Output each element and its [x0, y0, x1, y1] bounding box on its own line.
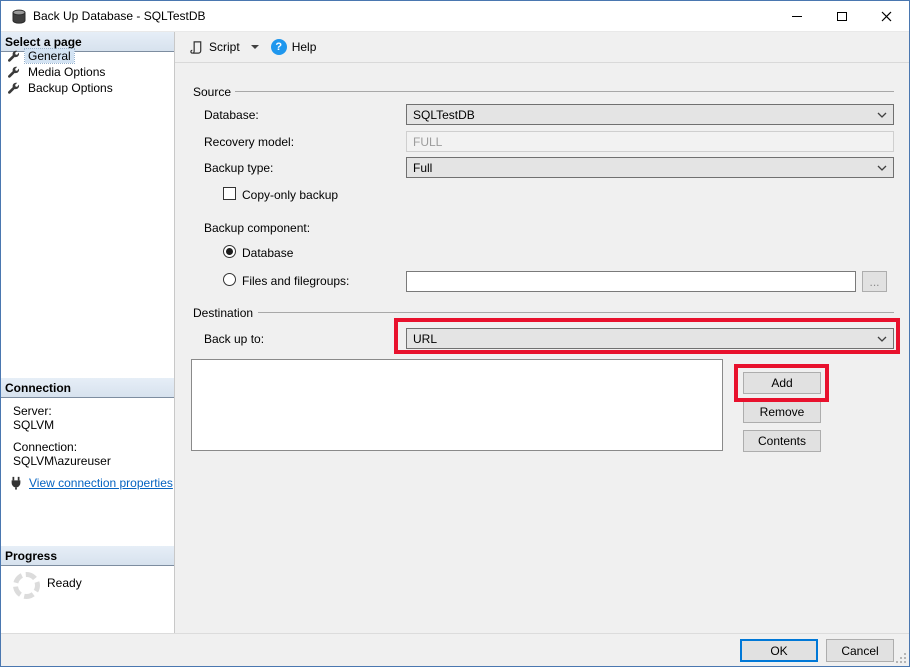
backup-database-dialog: Back Up Database - SQLTestDB Select a pa… [0, 0, 910, 667]
files-filegroups-input[interactable] [406, 271, 856, 292]
back-up-to-combobox[interactable]: URL [406, 328, 894, 349]
destination-divider [258, 312, 894, 313]
script-dropdown-icon[interactable] [251, 45, 259, 49]
ok-button[interactable]: OK [740, 639, 818, 662]
database-combobox[interactable]: SQLTestDB [406, 104, 894, 125]
database-radio[interactable] [223, 245, 236, 258]
progress-header: Progress [1, 546, 174, 566]
copy-only-checkbox[interactable] [223, 187, 236, 200]
server-value: SQLVM [13, 418, 54, 432]
backup-type-value: Full [413, 161, 432, 175]
database-value: SQLTestDB [413, 108, 475, 122]
sidebar-item-label: General [25, 49, 74, 63]
server-label: Server: [13, 404, 52, 418]
recovery-model-field: FULL [406, 131, 894, 152]
connection-properties-icon [9, 476, 23, 490]
sidebar-item-backup-options[interactable]: Backup Options [7, 80, 167, 96]
view-connection-properties[interactable]: View connection properties [9, 476, 173, 490]
back-up-to-label: Back up to: [204, 332, 264, 346]
main-toolbar: Script ? Help [175, 32, 910, 63]
chevron-down-icon [877, 112, 887, 118]
add-button[interactable]: Add [743, 372, 821, 394]
files-filegroups-radio[interactable] [223, 273, 236, 286]
progress-status: Ready [47, 576, 82, 590]
recovery-model-value: FULL [413, 135, 442, 149]
maximize-icon [837, 12, 847, 21]
cancel-button[interactable]: Cancel [826, 639, 894, 662]
wrench-icon [7, 50, 20, 63]
sidebar-item-general[interactable]: General [7, 48, 167, 64]
files-filegroups-label: Files and filegroups: [242, 274, 349, 288]
wrench-icon [7, 82, 20, 95]
footer-divider [1, 633, 909, 634]
minimize-button[interactable] [774, 1, 819, 32]
remove-button[interactable]: Remove [743, 401, 821, 423]
titlebar: Back Up Database - SQLTestDB [1, 1, 909, 32]
chevron-down-icon [877, 336, 887, 342]
contents-button[interactable]: Contents [743, 430, 821, 452]
database-icon [11, 9, 27, 25]
back-up-to-value: URL [413, 332, 437, 346]
sidebar-item-label: Media Options [25, 65, 108, 79]
help-icon: ? [271, 39, 287, 55]
resize-grip[interactable] [904, 661, 906, 663]
browse-button[interactable]: ... [862, 271, 887, 292]
view-connection-properties-link[interactable]: View connection properties [29, 476, 173, 490]
database-label: Database: [204, 108, 259, 122]
connection-label: Connection: [13, 440, 77, 454]
maximize-button[interactable] [819, 1, 864, 32]
close-button[interactable] [864, 1, 909, 32]
destination-legend: Destination [193, 306, 253, 320]
script-label: Script [209, 40, 240, 54]
wrench-icon [7, 66, 20, 79]
minimize-icon [792, 16, 802, 17]
connection-header: Connection [1, 378, 174, 398]
backup-type-label: Backup type: [204, 161, 273, 175]
help-button[interactable]: ? Help [267, 36, 321, 58]
recovery-model-label: Recovery model: [204, 135, 294, 149]
window-title: Back Up Database - SQLTestDB [33, 9, 206, 23]
backup-component-label: Backup component: [204, 221, 310, 235]
script-button[interactable]: Script [185, 37, 263, 58]
source-divider [235, 91, 894, 92]
copy-only-label: Copy-only backup [242, 188, 338, 202]
source-legend: Source [193, 85, 231, 99]
backup-type-combobox[interactable]: Full [406, 157, 894, 178]
script-icon [189, 40, 204, 55]
sidebar-item-label: Backup Options [25, 81, 116, 95]
progress-spinner-icon [13, 572, 40, 599]
database-radio-label: Database [242, 246, 293, 260]
sidebar-item-media-options[interactable]: Media Options [7, 64, 167, 80]
close-icon [881, 11, 892, 22]
sidebar: Select a page General Media Options Back… [1, 32, 175, 633]
chevron-down-icon [877, 165, 887, 171]
help-label: Help [292, 40, 317, 54]
destination-list[interactable] [191, 359, 723, 451]
connection-value: SQLVM\azureuser [13, 454, 111, 468]
